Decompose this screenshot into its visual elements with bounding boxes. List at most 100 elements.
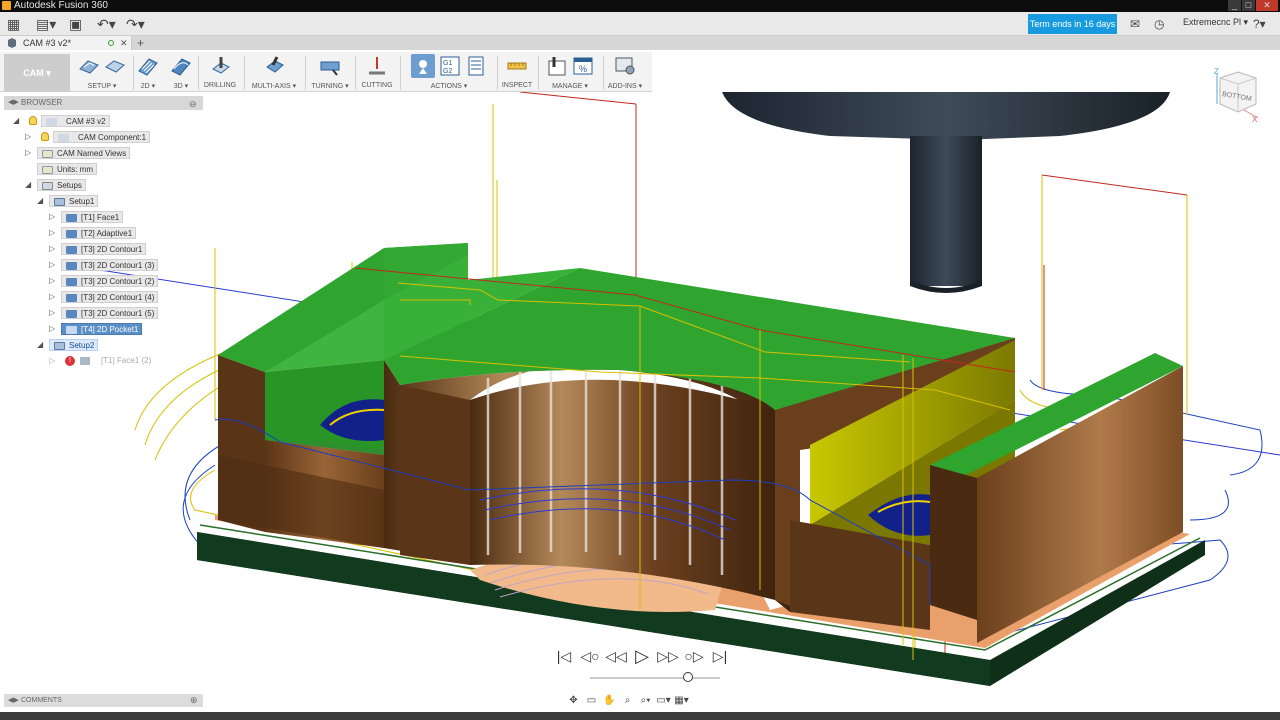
skip-to-end-icon[interactable]: ▷| bbox=[709, 648, 731, 665]
maximize-button[interactable]: □ bbox=[1242, 0, 1255, 11]
play-icon[interactable]: ▷ bbox=[631, 646, 653, 667]
expand-icon[interactable]: ▷ bbox=[49, 307, 55, 319]
collapse-panel-icon[interactable]: ◀▶ bbox=[8, 96, 19, 110]
model-scene[interactable] bbox=[0, 92, 1280, 712]
manage-group-label: MANAGE ▾ bbox=[552, 83, 588, 90]
expand-icon[interactable]: ▷ bbox=[49, 355, 55, 367]
help-icon[interactable]: ?▾ bbox=[1253, 16, 1266, 32]
collapse-icon[interactable]: ◢ bbox=[37, 339, 43, 351]
document-tab[interactable]: CAM #3 v2* ✕ bbox=[0, 36, 132, 50]
post-process-icon: G1G2 bbox=[440, 56, 460, 76]
units-icon bbox=[42, 166, 53, 174]
browser-title: BROWSER bbox=[21, 98, 63, 107]
axis-z-label: Z bbox=[1214, 68, 1219, 76]
step-back-icon[interactable]: ◁◁ bbox=[605, 648, 627, 665]
drill-icon bbox=[212, 57, 230, 74]
expand-icon[interactable]: ▷ bbox=[49, 259, 55, 271]
tree-node-label: Units: mm bbox=[57, 165, 93, 174]
add-ins-group[interactable]: ADD-INS ▾ bbox=[606, 54, 644, 92]
contour-op-icon bbox=[66, 262, 77, 270]
turning-group[interactable]: TURNING ▾ bbox=[309, 54, 351, 92]
tree-node-label: [T3] 2D Contour1 bbox=[81, 245, 143, 254]
display-settings-icon[interactable]: ▭▾ bbox=[656, 694, 671, 708]
view-cube[interactable]: BOTTOM Z X bbox=[1214, 68, 1266, 126]
skip-to-start-icon[interactable]: |◁ bbox=[553, 648, 575, 665]
expand-icon[interactable]: ▷ bbox=[49, 227, 55, 239]
new-tab-button[interactable]: + bbox=[137, 36, 144, 50]
collapse-panel-icon[interactable]: ◀▶ bbox=[8, 694, 19, 707]
manage-group[interactable]: % MANAGE ▾ bbox=[541, 54, 599, 92]
adaptive-op-icon bbox=[66, 230, 77, 238]
zoom-icon[interactable]: ⌕ bbox=[620, 694, 635, 708]
3d-group-label: 3D ▾ bbox=[173, 83, 189, 90]
navigation-bar: ✥ ▭ ✋ ⌕ ⌕▾ ▭▾ ▦▾ bbox=[566, 692, 714, 710]
browser-header[interactable]: ◀▶ BROWSER ⊖ bbox=[4, 96, 203, 110]
collapse-icon[interactable]: ◢ bbox=[13, 115, 19, 127]
trial-badge[interactable]: Term ends in 16 days bbox=[1028, 14, 1117, 34]
expand-icon[interactable]: ▷ bbox=[49, 275, 55, 287]
visibility-bulb-icon[interactable] bbox=[41, 132, 49, 141]
2d-group[interactable]: 2D ▾ bbox=[136, 54, 160, 92]
drilling-group-label: DRILLING bbox=[203, 82, 237, 89]
close-button[interactable]: ✕ bbox=[1256, 0, 1278, 11]
expand-icon[interactable]: ▷ bbox=[49, 291, 55, 303]
playback-slider-track[interactable] bbox=[590, 677, 720, 679]
canvas-viewport[interactable] bbox=[0, 92, 1280, 712]
collapse-icon[interactable]: ◢ bbox=[25, 179, 31, 191]
3d-group[interactable]: 3D ▾ bbox=[168, 54, 194, 92]
setup-group[interactable]: SETUP ▾ bbox=[74, 54, 130, 92]
contour-op-icon bbox=[66, 278, 77, 286]
next-operation-icon[interactable]: ○▷ bbox=[683, 648, 705, 665]
playback-slider-knob[interactable] bbox=[683, 672, 693, 682]
actions-group[interactable]: G1 G2 ACTIONS ▾ bbox=[404, 54, 494, 92]
fit-icon[interactable]: ⌕▾ bbox=[638, 694, 653, 708]
drilling-group[interactable]: DRILLING bbox=[201, 54, 239, 92]
file-icon[interactable]: ▤▾ bbox=[36, 16, 56, 32]
expand-icon[interactable]: ▷ bbox=[49, 243, 55, 255]
expand-icon[interactable]: ▷ bbox=[25, 147, 31, 159]
look-at-icon[interactable]: ▭ bbox=[584, 694, 599, 708]
orbit-icon[interactable]: ✥ bbox=[566, 694, 581, 708]
step-forward-icon[interactable]: ▷▷ bbox=[657, 648, 679, 665]
setup-group-label: SETUP ▾ bbox=[87, 83, 117, 90]
grid-icon[interactable]: ▦ bbox=[7, 16, 20, 32]
window-title: Autodesk Fusion 360 bbox=[14, 0, 108, 11]
job-status-icon[interactable]: ◷ bbox=[1154, 16, 1164, 32]
document-tab-label: CAM #3 v2* bbox=[23, 38, 72, 48]
grid-settings-icon[interactable]: ▦▾ bbox=[674, 694, 689, 708]
pocket-op-icon bbox=[66, 326, 77, 334]
tree-node-label: [T4] 2D Pocket1 bbox=[81, 325, 139, 334]
undo-icon[interactable]: ↶▾ bbox=[97, 16, 116, 32]
close-tab-icon[interactable]: ✕ bbox=[120, 36, 128, 50]
2d-toolpath-icon bbox=[138, 58, 158, 76]
pan-icon[interactable]: ✋ bbox=[602, 694, 617, 708]
notifications-icon[interactable]: ✉ bbox=[1130, 16, 1140, 32]
tree-node-label: [T3] 2D Contour1 (4) bbox=[81, 293, 155, 302]
tree-node-label: Setups bbox=[57, 181, 82, 190]
setup-icon bbox=[54, 342, 65, 350]
expand-icon[interactable]: ▷ bbox=[25, 131, 31, 143]
user-menu[interactable]: Extremecnc Pl ▾ bbox=[1183, 17, 1248, 28]
redo-icon[interactable]: ↷▾ bbox=[126, 16, 145, 32]
collapse-icon[interactable]: ◢ bbox=[37, 195, 43, 207]
tree-node-label: [T3] 2D Contour1 (3) bbox=[81, 261, 155, 270]
expand-icon[interactable]: ▷ bbox=[49, 211, 55, 223]
save-icon[interactable]: ▣ bbox=[69, 16, 82, 32]
tree-node-label: CAM Component:1 bbox=[78, 133, 147, 142]
inspect-group-label: INSPECT bbox=[501, 82, 533, 89]
multi-axis-group-label: MULTI-AXIS ▾ bbox=[251, 83, 297, 90]
visibility-bulb-icon[interactable] bbox=[29, 116, 37, 125]
tree-node-label: [T2] Adaptive1 bbox=[81, 229, 133, 238]
add-comment-icon[interactable]: ⊕ bbox=[190, 694, 198, 707]
panel-options-icon[interactable]: ⊖ bbox=[189, 97, 197, 111]
multi-axis-group[interactable]: MULTI-AXIS ▾ bbox=[248, 54, 300, 92]
inspect-group[interactable]: INSPECT bbox=[500, 54, 534, 92]
previous-operation-icon[interactable]: ◁○ bbox=[579, 648, 601, 665]
minimize-button[interactable]: _ bbox=[1228, 0, 1241, 11]
cutting-group[interactable]: CUTTING bbox=[359, 54, 395, 92]
expand-icon[interactable]: ▷ bbox=[49, 323, 55, 335]
comments-panel[interactable]: ◀▶ COMMENTS ⊕ bbox=[4, 694, 203, 707]
tree-node-label: CAM #3 v2 bbox=[66, 117, 106, 126]
stock-icon bbox=[105, 60, 125, 73]
workspace-switcher[interactable]: CAM ▾ bbox=[4, 54, 70, 92]
